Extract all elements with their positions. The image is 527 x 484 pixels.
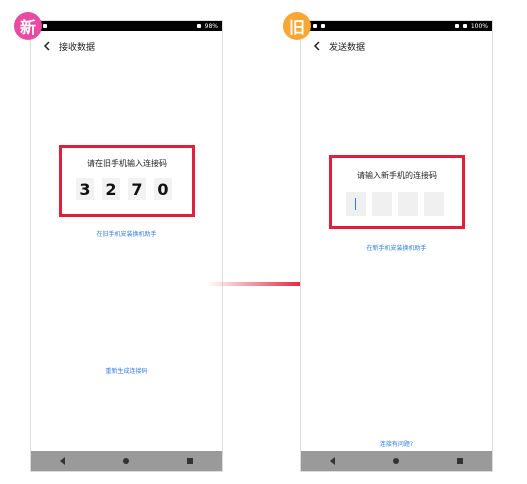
code-digit: 7 (128, 178, 146, 200)
battery-level: 100% (470, 22, 488, 30)
code-prompt: 请输入新手机的连接码 (357, 171, 437, 180)
code-digit: 0 (154, 178, 172, 200)
new-phone-badge: 新 (14, 12, 42, 40)
old-phone-screen: 100% 发送数据 请输入新手机的连接码 在新手机安装换机助手 连接有问题? (300, 20, 493, 472)
navigation-bar (301, 451, 492, 471)
old-badge-label: 旧 (288, 18, 305, 37)
nav-home-icon[interactable] (381, 451, 411, 471)
code-input-slot[interactable] (398, 192, 418, 216)
wifi-icon (454, 24, 459, 28)
new-badge-label: 新 (19, 18, 36, 37)
code-digit: 2 (102, 178, 120, 200)
text-caret (355, 198, 356, 210)
battery-icon (196, 24, 201, 28)
nav-home-icon[interactable] (111, 451, 141, 471)
nav-back-icon[interactable] (48, 451, 78, 471)
back-arrow-icon[interactable] (37, 36, 57, 56)
old-phone-badge: 旧 (283, 12, 311, 40)
connection-code-box: 请在旧手机输入连接码 3 2 7 0 (59, 145, 195, 217)
battery-level: 98% (204, 22, 218, 30)
top-bar: 发送数据 (301, 35, 492, 57)
code-prompt: 请在旧手机输入连接码 (87, 159, 167, 168)
navigation-bar (31, 451, 222, 471)
nav-recent-icon[interactable] (445, 451, 475, 471)
code-input-slot[interactable] (346, 192, 366, 216)
status-bar: 100% (301, 21, 492, 31)
page-title: 发送数据 (329, 42, 366, 53)
code-input-slot[interactable] (372, 192, 392, 216)
notification-icon (321, 24, 325, 28)
notification-icon (313, 24, 317, 28)
new-phone-screen: 98% 接收数据 请在旧手机输入连接码 3 2 7 0 在旧手机安装换机助手 重… (30, 20, 223, 472)
status-bar: 98% (31, 21, 222, 31)
regenerate-code-link[interactable]: 重新生成连接码 (31, 366, 222, 375)
code-entry-box: 请输入新手机的连接码 (329, 155, 465, 229)
nav-back-icon[interactable] (318, 451, 348, 471)
back-arrow-icon[interactable] (307, 36, 327, 56)
code-digit: 3 (76, 178, 94, 200)
install-helper-link[interactable]: 在新手机安装换机助手 (301, 243, 492, 252)
top-bar: 接收数据 (31, 35, 222, 57)
code-input[interactable] (346, 192, 444, 216)
install-helper-link[interactable]: 在旧手机安装换机助手 (31, 229, 222, 238)
notification-icon (43, 24, 47, 28)
page-title: 接收数据 (59, 42, 96, 53)
battery-icon (462, 24, 467, 28)
connection-code: 3 2 7 0 (76, 178, 172, 200)
connection-help-link[interactable]: 连接有问题? (301, 439, 492, 448)
nav-recent-icon[interactable] (175, 451, 205, 471)
code-input-slot[interactable] (424, 192, 444, 216)
